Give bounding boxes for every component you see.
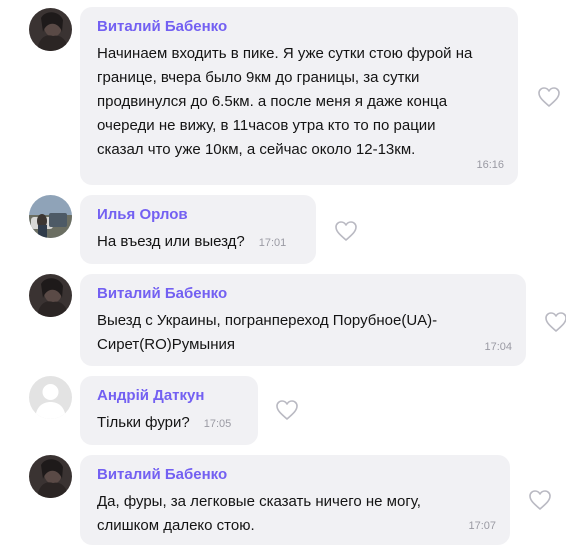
- message-line: продвинулся до 6.5км. а после меня я даж…: [97, 93, 448, 110]
- author-name[interactable]: Илья Орлов: [97, 205, 298, 225]
- heart-outline-icon[interactable]: [537, 86, 561, 108]
- message-line: На въезд или выезд?: [97, 233, 245, 250]
- heart-outline-icon[interactable]: [528, 489, 552, 511]
- message-bubble[interactable]: Илья Орлов На въезд или выезд? 17:01: [80, 195, 316, 264]
- avatar[interactable]: [29, 195, 72, 238]
- message-text: Да, фуры, за легковые сказать ничего не …: [97, 490, 492, 538]
- message-text: На въезд или выезд? 17:01: [97, 230, 298, 255]
- heart-outline-icon[interactable]: [275, 399, 299, 421]
- heart-outline-icon[interactable]: [334, 220, 358, 242]
- avatar[interactable]: [29, 455, 72, 498]
- message-bubble[interactable]: Виталий Бабенко Начинаем входить в пике.…: [80, 7, 518, 185]
- message-line: Да, фуры, за легковые сказать ничего не …: [97, 493, 421, 510]
- message-line: Сирет(RO)Румыния: [97, 336, 235, 353]
- timestamp: 16:16: [476, 159, 504, 171]
- timestamp: 17:04: [484, 341, 512, 353]
- timestamp: 17:07: [468, 520, 496, 532]
- avatar[interactable]: [29, 8, 72, 51]
- message-text: Выезд с Украины, погранпереход Порубное(…: [97, 309, 508, 357]
- default-user-icon[interactable]: [29, 376, 72, 419]
- message-line: границе, вчера было 9км до границы, за с…: [97, 69, 420, 86]
- message-text: Тільки фури? 17:05: [97, 411, 240, 436]
- message-line: Начинаем входить в пике. Я уже сутки сто…: [97, 45, 473, 62]
- message-bubble[interactable]: Андрій Даткун Тільки фури? 17:05: [80, 376, 258, 445]
- author-name[interactable]: Виталий Бабенко: [97, 465, 492, 485]
- author-name[interactable]: Андрій Даткун: [97, 386, 240, 406]
- message-line: Выезд с Украины, погранпереход Порубное(…: [97, 312, 438, 329]
- heart-outline-icon[interactable]: [544, 311, 566, 333]
- message-line: очереди не вижу, в 11часов утра кто то п…: [97, 117, 436, 134]
- avatar[interactable]: [29, 274, 72, 317]
- message-line: слишком далеко стою.: [97, 517, 255, 534]
- timestamp: 17:01: [258, 237, 287, 249]
- message-line: Тільки фури?: [97, 414, 190, 431]
- message-bubble[interactable]: Виталий Бабенко Да, фуры, за легковые ск…: [80, 455, 510, 545]
- message-line: сказал что уже 10км, а сейчас около 12-1…: [97, 141, 416, 158]
- timestamp: 17:05: [203, 418, 232, 430]
- message-text: Начинаем входить в пике. Я уже сутки сто…: [97, 42, 500, 162]
- author-name[interactable]: Виталий Бабенко: [97, 284, 508, 304]
- message-bubble[interactable]: Виталий Бабенко Выезд с Украины, погранп…: [80, 274, 526, 366]
- author-name[interactable]: Виталий Бабенко: [97, 17, 500, 37]
